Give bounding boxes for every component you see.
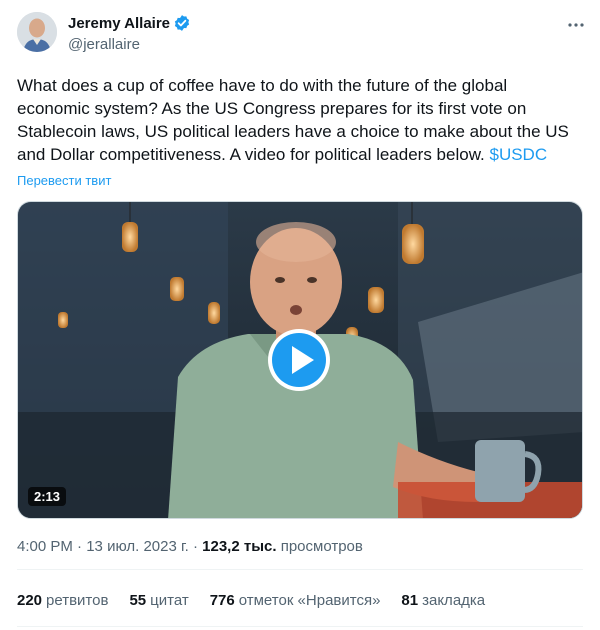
bookmarks-count: 81 (401, 592, 419, 609)
likes-count: 776 (209, 592, 235, 609)
meta-separator: · (72, 538, 87, 555)
tweet-header: Jeremy Allaire @jerallaire (17, 12, 585, 56)
bookmarks-label: закладка (422, 592, 486, 609)
divider (17, 626, 583, 627)
meta-separator: · (188, 538, 203, 555)
tweet-meta: 4:00 PM · 13 июл. 2023 г. · 123,2 тыс. п… (17, 538, 363, 555)
retweets-label: ретвитов (46, 592, 109, 609)
more-horizontal-icon[interactable] (567, 16, 585, 34)
views-count: 123,2 тыс. (202, 538, 277, 555)
video-duration: 2:13 (28, 487, 67, 506)
quotes-label: цитат (150, 592, 189, 609)
author-name[interactable]: Jeremy Allaire (68, 15, 170, 32)
cashtag-link[interactable]: $USDC (489, 145, 547, 164)
tweet-body: What does a cup of coffee have to do wit… (17, 76, 569, 164)
divider (17, 569, 583, 570)
translate-tweet-link[interactable]: Перевести твит (17, 173, 111, 188)
video-player[interactable]: 2:13 (17, 201, 583, 519)
likes-stat[interactable]: 776 отметок «Нравится» (210, 592, 381, 609)
tweet-text: What does a cup of coffee have to do wit… (17, 74, 583, 166)
bookmarks-stat[interactable]: 81 закладка (401, 592, 485, 609)
play-icon[interactable] (267, 328, 331, 392)
retweets-stat[interactable]: 220 ретвитов (17, 592, 108, 609)
quotes-stat[interactable]: 55 цитат (129, 592, 188, 609)
quotes-count: 55 (129, 592, 147, 609)
views-label: просмотров (280, 538, 363, 555)
retweets-count: 220 (17, 592, 43, 609)
avatar[interactable] (17, 12, 57, 52)
tweet-date[interactable]: 13 июл. 2023 г. (86, 538, 189, 555)
tweet-time[interactable]: 4:00 PM (17, 538, 73, 555)
likes-label: отметок «Нравится» (238, 592, 381, 609)
verified-badge-icon (173, 14, 191, 32)
author-handle[interactable]: @jerallaire (68, 36, 140, 53)
tweet-stats: 220 ретвитов 55 цитат 776 отметок «Нравится… (17, 592, 506, 609)
